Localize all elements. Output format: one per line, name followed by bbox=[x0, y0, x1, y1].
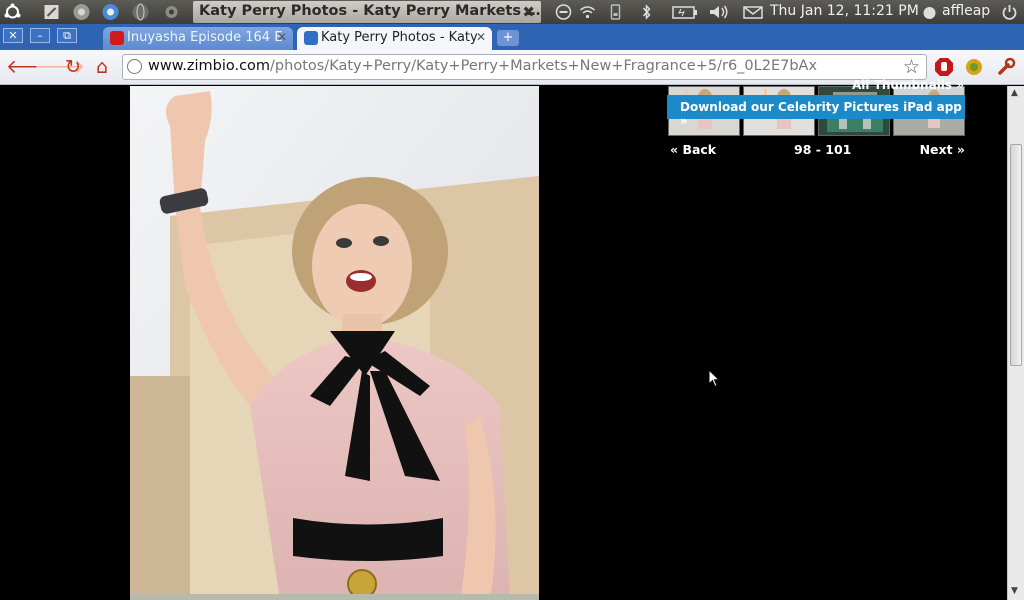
user-status-icon[interactable] bbox=[920, 3, 939, 21]
text-editor-launcher-icon[interactable] bbox=[42, 3, 61, 21]
window-title: Katy Perry Photos - Katy Perry Markets …… bbox=[193, 1, 541, 23]
gallery-nav: « Back 98 - 101 Next » bbox=[670, 141, 965, 159]
wifi-icon[interactable] bbox=[578, 3, 597, 21]
tab-katy-perry[interactable]: Katy Perry Photos - Katy ✕ bbox=[297, 27, 492, 50]
address-bar[interactable]: www.zimbio.com/photos/Katy+Perry/Katy+Pe… bbox=[122, 54, 927, 80]
scroll-down-arrow-icon[interactable]: ▼ bbox=[1011, 586, 1018, 596]
scroll-up-arrow-icon[interactable]: ▲ bbox=[1011, 88, 1018, 98]
next-link[interactable]: Next » bbox=[920, 142, 965, 157]
mouse-cursor-icon bbox=[708, 369, 720, 388]
restore-window-button[interactable]: ⧉ bbox=[57, 28, 77, 43]
volume-icon[interactable] bbox=[708, 3, 730, 21]
minimize-window-button[interactable]: – bbox=[30, 28, 50, 43]
double-left-chevron-icon: « bbox=[670, 142, 679, 157]
back-arrow-icon[interactable]: 🡐 bbox=[6, 56, 57, 78]
vertical-scrollbar[interactable]: ▲ ▼ bbox=[1007, 86, 1024, 600]
window-title-text: Katy Perry Photos - Katy Perry Markets … bbox=[199, 3, 541, 19]
all-thumbnails-link[interactable]: All Thumbnails » bbox=[800, 78, 964, 92]
wrench-icon[interactable] bbox=[996, 57, 1016, 77]
page-content: « Back 98 - 101 Next » bbox=[0, 86, 1007, 600]
tab-inuyasha[interactable]: Inuyasha Episode 164 E ✕ bbox=[103, 27, 293, 50]
youtube-favicon-icon bbox=[110, 31, 124, 45]
clock[interactable]: Thu Jan 12, 11:21 PM bbox=[770, 3, 919, 19]
double-right-chevron-icon: » bbox=[956, 142, 965, 157]
globe-launcher-icon[interactable] bbox=[131, 3, 150, 21]
tab-label: Katy Perry Photos - Katy bbox=[321, 30, 478, 45]
photo-range: 98 - 101 bbox=[794, 142, 852, 157]
new-tab-button[interactable]: + bbox=[497, 30, 519, 46]
chrome-launcher-icon[interactable] bbox=[101, 3, 120, 21]
ipad-app-banner[interactable]: Download our Celebrity Pictures iPad app… bbox=[667, 95, 965, 128]
main-photo[interactable] bbox=[130, 86, 539, 600]
back-label: Back bbox=[682, 142, 717, 157]
close-tab-icon[interactable]: ✕ bbox=[476, 30, 486, 44]
home-icon[interactable]: ⌂ bbox=[91, 56, 113, 78]
close-tab-icon[interactable]: ✕ bbox=[277, 30, 287, 44]
next-label: Next bbox=[919, 142, 953, 157]
zimbio-favicon-icon bbox=[304, 31, 318, 45]
reload-icon[interactable]: ↻ bbox=[62, 56, 84, 78]
power-icon[interactable] bbox=[1000, 3, 1019, 21]
battery-icon[interactable] bbox=[672, 3, 698, 21]
tab-label: Inuyasha Episode 164 E bbox=[127, 30, 283, 45]
system-panel: Katy Perry Photos - Katy Perry Markets …… bbox=[0, 0, 1024, 24]
close-window-icon[interactable]: ✖ bbox=[522, 3, 535, 21]
bluetooth-icon[interactable] bbox=[637, 3, 656, 21]
close-window-button[interactable]: ✕ bbox=[3, 28, 23, 43]
scroll-thumb[interactable] bbox=[1010, 144, 1022, 366]
adblock-icon[interactable] bbox=[934, 57, 954, 77]
settings-launcher-icon[interactable] bbox=[162, 3, 181, 21]
bookmark-star-icon[interactable]: ☆ bbox=[903, 56, 920, 78]
back-link[interactable]: « Back bbox=[670, 142, 716, 157]
forward-arrow-icon[interactable]: 🡒 bbox=[34, 56, 85, 78]
url-path: /photos/Katy+Perry/Katy+Perry+Markets+Ne… bbox=[270, 58, 818, 74]
mail-icon[interactable] bbox=[742, 3, 764, 21]
extension-puzzle-icon[interactable] bbox=[964, 57, 984, 77]
url-host: www.zimbio.com bbox=[148, 58, 271, 74]
chromium-launcher-icon[interactable] bbox=[72, 3, 91, 21]
user-name[interactable]: affleap bbox=[942, 3, 990, 19]
photo-image bbox=[130, 86, 539, 600]
ubuntu-logo-icon[interactable] bbox=[3, 3, 22, 21]
device-indicator-icon[interactable] bbox=[606, 3, 625, 21]
indicator-minus-icon[interactable] bbox=[554, 3, 573, 21]
globe-icon[interactable] bbox=[127, 59, 142, 74]
